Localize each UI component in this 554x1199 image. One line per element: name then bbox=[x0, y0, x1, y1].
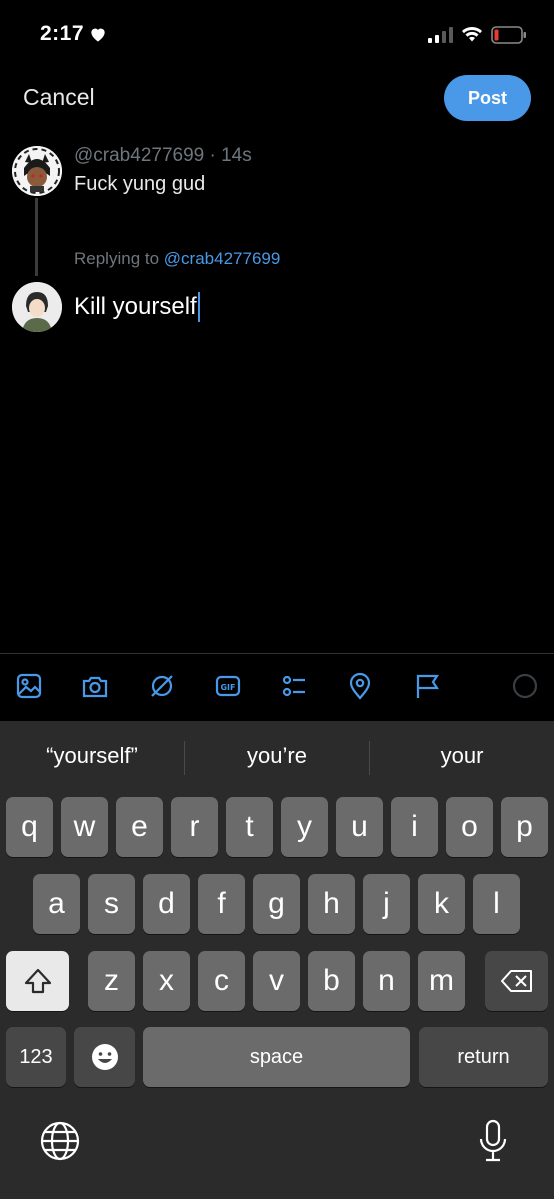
gif-icon[interactable]: GIF bbox=[210, 668, 246, 704]
backspace-icon bbox=[500, 970, 532, 992]
replying-to-label: Replying to @crab4277699 bbox=[74, 249, 280, 269]
key-m[interactable]: m bbox=[418, 951, 465, 1011]
key-p[interactable]: p bbox=[501, 797, 548, 857]
status-bar: 2:17 bbox=[0, 0, 554, 66]
keyboard: “yourself” you’re your q w e r t y u i o… bbox=[0, 721, 554, 1199]
delete-key[interactable] bbox=[485, 951, 548, 1011]
cancel-button[interactable]: Cancel bbox=[23, 84, 95, 111]
key-y[interactable]: y bbox=[281, 797, 328, 857]
numbers-key[interactable]: 123 bbox=[6, 1027, 66, 1087]
camera-icon[interactable] bbox=[77, 668, 113, 704]
return-key[interactable]: return bbox=[419, 1027, 548, 1087]
poll-icon[interactable] bbox=[276, 668, 312, 704]
tweet-handle[interactable]: @crab4277699 bbox=[74, 145, 204, 166]
key-n[interactable]: n bbox=[363, 951, 410, 1011]
key-k[interactable]: k bbox=[418, 874, 465, 934]
text-caret bbox=[197, 292, 200, 322]
avatar-image bbox=[12, 282, 62, 332]
replying-to-prefix: Replying to bbox=[74, 249, 160, 268]
key-j[interactable]: j bbox=[363, 874, 410, 934]
tweet-text: Fuck yung gud bbox=[74, 173, 206, 195]
key-f[interactable]: f bbox=[198, 874, 245, 934]
avatar-image bbox=[12, 146, 62, 196]
location-icon[interactable] bbox=[342, 668, 378, 704]
cellular-signal-icon bbox=[428, 27, 453, 43]
emoji-key[interactable] bbox=[74, 1027, 135, 1087]
compose-toolbar: GIF bbox=[0, 653, 554, 721]
thread-connector bbox=[35, 198, 38, 276]
avatar[interactable] bbox=[12, 146, 62, 196]
svg-text:GIF: GIF bbox=[220, 683, 235, 692]
status-time: 2:17 bbox=[40, 22, 85, 45]
battery-icon bbox=[491, 26, 526, 44]
space-key[interactable]: space bbox=[143, 1027, 410, 1087]
heart-icon bbox=[91, 28, 105, 42]
tweet-age: 14s bbox=[221, 145, 252, 166]
progress-ring-icon bbox=[507, 668, 543, 704]
shift-icon bbox=[24, 968, 51, 994]
globe-icon[interactable] bbox=[40, 1121, 80, 1161]
key-r[interactable]: r bbox=[171, 797, 218, 857]
key-d[interactable]: d bbox=[143, 874, 190, 934]
key-s[interactable]: s bbox=[88, 874, 135, 934]
reply-compose-field[interactable]: Kill yourself bbox=[74, 292, 200, 322]
post-button[interactable]: Post bbox=[444, 75, 531, 121]
key-i[interactable]: i bbox=[391, 797, 438, 857]
shift-key[interactable] bbox=[6, 951, 69, 1011]
suggestion-2[interactable]: you’re bbox=[185, 743, 369, 769]
key-g[interactable]: g bbox=[253, 874, 300, 934]
key-a[interactable]: a bbox=[33, 874, 80, 934]
tweet-meta: @crab4277699 · 14s bbox=[74, 145, 252, 166]
key-h[interactable]: h bbox=[308, 874, 355, 934]
key-u[interactable]: u bbox=[336, 797, 383, 857]
key-l[interactable]: l bbox=[473, 874, 520, 934]
reply-draft-text: Kill yourself bbox=[74, 293, 197, 320]
avatar[interactable] bbox=[12, 282, 62, 332]
image-icon[interactable] bbox=[11, 668, 47, 704]
microphone-icon[interactable] bbox=[478, 1119, 508, 1163]
key-v[interactable]: v bbox=[253, 951, 300, 1011]
emoji-icon bbox=[91, 1044, 118, 1070]
flag-icon[interactable] bbox=[409, 668, 445, 704]
suggestion-1[interactable]: “yourself” bbox=[0, 743, 184, 769]
key-c[interactable]: c bbox=[198, 951, 245, 1011]
suggestion-3[interactable]: your bbox=[370, 743, 554, 769]
key-e[interactable]: e bbox=[116, 797, 163, 857]
key-o[interactable]: o bbox=[446, 797, 493, 857]
replying-to-handle[interactable]: @crab4277699 bbox=[164, 249, 281, 268]
predictive-suggestions: “yourself” you’re your bbox=[0, 721, 554, 791]
key-q[interactable]: q bbox=[6, 797, 53, 857]
sparkle-icon[interactable] bbox=[144, 668, 180, 704]
wifi-icon bbox=[462, 27, 482, 42]
key-t[interactable]: t bbox=[226, 797, 273, 857]
key-x[interactable]: x bbox=[143, 951, 190, 1011]
key-z[interactable]: z bbox=[88, 951, 135, 1011]
key-b[interactable]: b bbox=[308, 951, 355, 1011]
key-w[interactable]: w bbox=[61, 797, 108, 857]
